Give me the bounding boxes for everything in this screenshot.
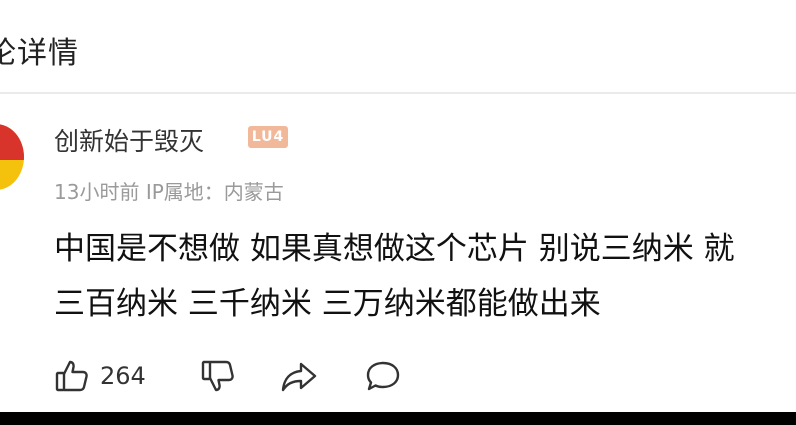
- comment-content: 中国是不想做 如果真想做这个芯片 别说三纳米 就 三百纳米 三千纳米 三万纳米都…: [54, 222, 796, 332]
- comment-icon: [364, 358, 402, 394]
- share-icon: [280, 358, 318, 394]
- top-bar: 论详情: [0, 0, 796, 94]
- username[interactable]: 创新始于毁灭: [54, 122, 204, 158]
- page-title: 论详情: [0, 36, 79, 71]
- thumbs-up-icon: [54, 358, 90, 394]
- like-button[interactable]: 264: [54, 356, 146, 396]
- thumbs-down-icon: [200, 358, 236, 394]
- like-count: 264: [100, 362, 146, 390]
- avatar[interactable]: [0, 124, 24, 190]
- bottom-edge-bar: [0, 412, 796, 425]
- comment-content-line: 中国是不想做 如果真想做这个芯片 别说三纳米 就: [54, 231, 735, 267]
- reply-button[interactable]: [364, 356, 402, 396]
- share-button[interactable]: [280, 356, 318, 396]
- level-badge: LU4: [248, 126, 288, 148]
- dislike-button[interactable]: [200, 356, 236, 396]
- comment-time: 13小时前: [54, 180, 140, 204]
- comment-meta: 13小时前 IP属地：内蒙古: [54, 176, 284, 205]
- ip-location: IP属地：内蒙古: [145, 180, 284, 204]
- comment-detail-screen: 论详情 创新始于毁灭 LU4 13小时前 IP属地：内蒙古 中国是不想做 如果真…: [0, 0, 796, 412]
- comment-content-line: 三百纳米 三千纳米 三万纳米都能做出来: [54, 286, 601, 322]
